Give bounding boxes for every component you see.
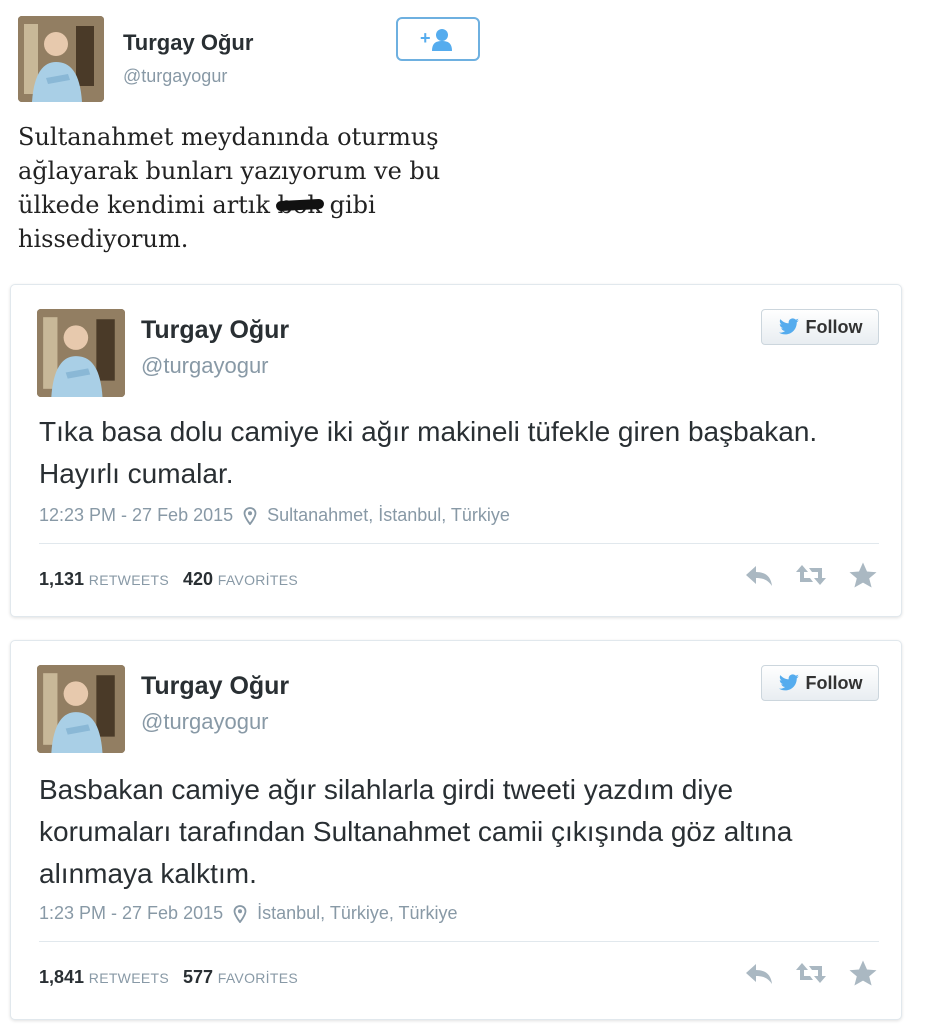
follow-label: Follow: [805, 316, 863, 337]
avatar[interactable]: [18, 16, 104, 102]
favorite-count-value: 577: [182, 967, 214, 987]
user-handle[interactable]: @turgayogur: [123, 66, 227, 87]
censored-word: bok: [278, 188, 322, 222]
location[interactable]: İstanbul, Türkiye, Türkiye: [257, 903, 457, 924]
avatar[interactable]: [37, 665, 125, 753]
twitter-bird-icon: [778, 318, 799, 335]
star-icon[interactable]: [847, 959, 879, 987]
location[interactable]: Sultanahmet, İstanbul, Türkiye: [267, 505, 510, 526]
timestamp[interactable]: 12:23 PM - 27 Feb 2015: [39, 505, 233, 526]
top-tweet: Turgay Oğur @turgayogur + Sultanahmet me…: [0, 0, 938, 280]
retweet-count-value: 1,131: [39, 569, 85, 589]
retweet-count[interactable]: 1,841 RETWEETS: [39, 967, 169, 988]
avatar-photo: [37, 665, 125, 753]
avatar-photo: [18, 16, 104, 102]
divider: [39, 543, 879, 544]
user-handle[interactable]: @turgayogur: [141, 353, 269, 379]
tweet-text-start: Sultanahmet meydanında oturmuş ağlayarak…: [18, 123, 441, 219]
retweet-count-label: RETWEETS: [88, 970, 169, 986]
tweet-text: Basbakan camiye ağır silahlarla girdi tw…: [39, 774, 793, 889]
reply-icon[interactable]: [743, 959, 775, 987]
user-name[interactable]: Turgay Oğur: [123, 30, 253, 56]
favorite-count-value: 420: [182, 569, 214, 589]
tweet-stats: 1,841 RETWEETS 577 FAVORİTES: [39, 967, 298, 988]
timestamp[interactable]: 1:23 PM - 27 Feb 2015: [39, 903, 223, 924]
tweet-actions: [743, 959, 879, 987]
retweet-count[interactable]: 1,131 RETWEETS: [39, 569, 169, 590]
retweet-count-value: 1,841: [39, 967, 85, 987]
reply-icon[interactable]: [743, 561, 775, 589]
embedded-tweet: Turgay Oğur @turgayogur Follow Basbakan …: [10, 640, 902, 1020]
favorite-count[interactable]: 420 FAVORİTES: [183, 569, 298, 590]
follow-button[interactable]: Follow: [761, 665, 879, 701]
user-name[interactable]: Turgay Oğur: [141, 316, 289, 345]
divider: [39, 941, 879, 942]
retweet-icon[interactable]: [795, 561, 827, 589]
tweet-meta: 1:23 PM - 27 Feb 2015 İstanbul, Türkiye,…: [39, 903, 458, 924]
avatar-photo: [37, 309, 125, 397]
tweet-text: Tıka basa dolu camiye iki ağır makineli …: [39, 416, 818, 489]
svg-text:+: +: [420, 28, 431, 48]
user-handle[interactable]: @turgayogur: [141, 709, 269, 735]
tweet-text: Sultanahmet meydanında oturmuş ağlayarak…: [18, 120, 488, 256]
favorite-count-label: FAVORİTES: [217, 572, 298, 588]
tweet-stats: 1,131 RETWEETS 420 FAVORİTES: [39, 569, 298, 590]
favorite-count[interactable]: 577 FAVORİTES: [183, 967, 298, 988]
star-icon[interactable]: [847, 561, 879, 589]
follow-label: Follow: [805, 672, 863, 693]
follow-button[interactable]: Follow: [761, 309, 879, 345]
tweet-meta: 12:23 PM - 27 Feb 2015 Sultanahmet, İsta…: [39, 505, 510, 526]
favorite-count-label: FAVORİTES: [217, 970, 298, 986]
avatar[interactable]: [37, 309, 125, 397]
retweet-icon[interactable]: [795, 959, 827, 987]
user-name[interactable]: Turgay Oğur: [141, 672, 289, 701]
location-pin-icon: [243, 506, 257, 525]
location-pin-icon: [233, 904, 247, 923]
twitter-bird-icon: [778, 674, 799, 691]
follow-button[interactable]: +: [396, 17, 480, 61]
add-user-icon: +: [420, 28, 452, 51]
embedded-tweet: Turgay Oğur @turgayogur Follow Tıka basa…: [10, 284, 902, 617]
retweet-count-label: RETWEETS: [88, 572, 169, 588]
tweet-actions: [743, 561, 879, 589]
